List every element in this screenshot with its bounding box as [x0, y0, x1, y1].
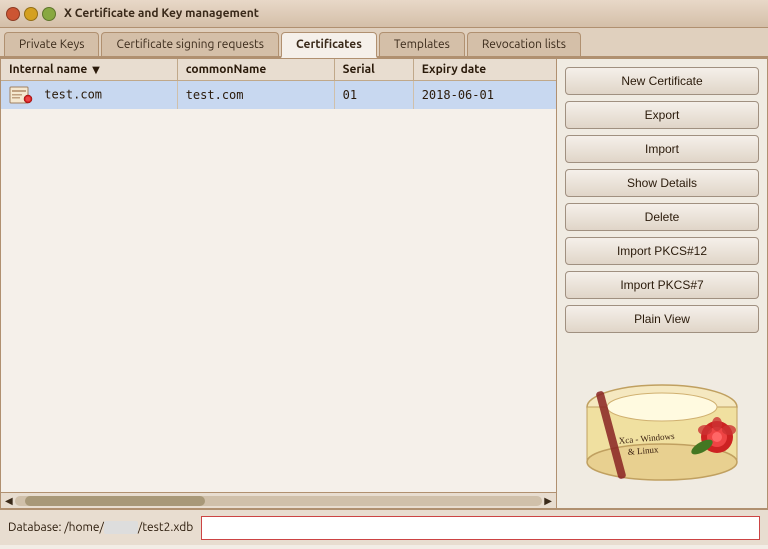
tab-private-keys[interactable]: Private Keys [4, 32, 99, 56]
export-button[interactable]: Export [565, 101, 759, 129]
scrollbar-track[interactable] [15, 496, 543, 506]
new-certificate-button[interactable]: New Certificate [565, 67, 759, 95]
col-serial[interactable]: Serial [334, 59, 413, 81]
minimize-button[interactable] [24, 7, 38, 21]
scroll-right-arrow[interactable]: ▶ [542, 495, 554, 507]
col-internal-name[interactable]: Internal name ▼ [1, 59, 177, 81]
import-pkcs12-button[interactable]: Import PKCS#12 [565, 237, 759, 265]
scroll-left-arrow[interactable]: ◀ [3, 495, 15, 507]
tab-templates[interactable]: Templates [379, 32, 465, 56]
tab-csr[interactable]: Certificate signing requests [101, 32, 279, 56]
col-common-name[interactable]: commonName [177, 59, 334, 81]
horizontal-scrollbar[interactable]: ◀ ▶ [1, 492, 556, 508]
certificates-table: Internal name ▼ commonName Serial Expiry… [1, 59, 556, 109]
certificate-icon [9, 85, 33, 105]
delete-button[interactable]: Delete [565, 203, 759, 231]
database-label: Database: /home/ /test2.xdb [8, 521, 193, 534]
tab-revocation[interactable]: Revocation lists [467, 32, 581, 56]
sort-arrow-icon: ▼ [92, 64, 100, 75]
close-button[interactable] [6, 7, 20, 21]
certificate-scroll-icon: Xca - Windows & Linux [577, 372, 747, 492]
cell-expiry: 2018-06-01 [413, 81, 556, 110]
certificate-illustration-area: Xca - Windows & Linux [565, 339, 759, 500]
blurred-path [104, 521, 138, 534]
table-scroll-area[interactable]: Internal name ▼ commonName Serial Expiry… [1, 59, 556, 492]
cell-serial: 01 [334, 81, 413, 110]
left-panel: Internal name ▼ commonName Serial Expiry… [1, 59, 557, 508]
col-expiry[interactable]: Expiry date [413, 59, 556, 81]
status-input[interactable] [201, 516, 760, 540]
window-controls[interactable] [6, 7, 56, 21]
tab-bar: Private Keys Certificate signing request… [0, 28, 768, 58]
status-bar: Database: /home/ /test2.xdb [0, 509, 768, 545]
main-content: Internal name ▼ commonName Serial Expiry… [0, 58, 768, 509]
title-bar: X Certificate and Key management [0, 0, 768, 28]
table-header-row: Internal name ▼ commonName Serial Expiry… [1, 59, 556, 81]
import-button[interactable]: Import [565, 135, 759, 163]
cell-internal-name: test.com [1, 81, 177, 110]
maximize-button[interactable] [42, 7, 56, 21]
right-panel: New Certificate Export Import Show Detai… [557, 59, 767, 508]
tab-certificates[interactable]: Certificates [281, 32, 377, 58]
window-title: X Certificate and Key management [64, 7, 259, 20]
show-details-button[interactable]: Show Details [565, 169, 759, 197]
plain-view-button[interactable]: Plain View [565, 305, 759, 333]
table-row[interactable]: test.com test.com 01 2018-06-01 [1, 81, 556, 110]
scrollbar-thumb[interactable] [25, 496, 205, 506]
import-pkcs7-button[interactable]: Import PKCS#7 [565, 271, 759, 299]
cell-common-name: test.com [177, 81, 334, 110]
